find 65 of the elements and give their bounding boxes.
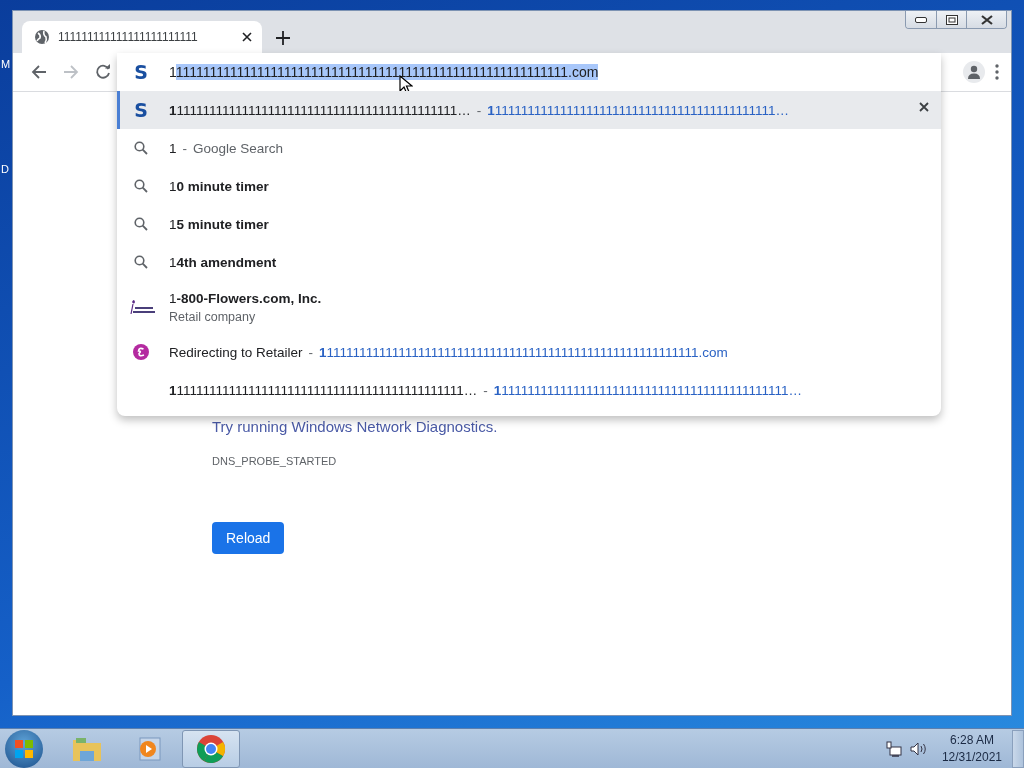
- suggestion-item[interactable]: 14th amendment: [117, 243, 941, 281]
- person-icon: [967, 65, 981, 79]
- separator-text: -: [483, 382, 488, 398]
- separator-text: -: [476, 102, 482, 118]
- close-icon: [919, 102, 929, 112]
- error-code: DNS_PROBE_STARTED: [212, 455, 338, 467]
- clock-time: 6:28 AM: [949, 731, 994, 749]
- restore-icon: [945, 14, 958, 25]
- search-icon: [134, 217, 148, 231]
- separator-text: -: [182, 140, 187, 156]
- close-icon: [979, 14, 994, 25]
- search-icon: [134, 255, 148, 269]
- clock[interactable]: 6:28 AM 12/31/2021: [941, 731, 1002, 766]
- browser-tab[interactable]: 111111111111111111111111: [22, 21, 262, 53]
- suggestion-text: 10 minute timer: [169, 178, 269, 194]
- forward-arrow-icon: [63, 64, 79, 80]
- taskbar-button[interactable]: [182, 729, 240, 768]
- clock-date: 12/31/2021: [941, 748, 1002, 766]
- suggestion-item[interactable]: 1-800-Flowers.com, Inc. Retail company: [117, 281, 941, 333]
- suggestion-item[interactable]: 15 minute timer: [117, 205, 941, 243]
- suggestion-url: 111111111111111111111111111111111111111111111…: [493, 382, 803, 398]
- reload-button[interactable]: Reload: [212, 522, 285, 554]
- minimize-button[interactable]: [906, 11, 936, 28]
- separator-text: -: [308, 344, 314, 360]
- reload-icon: [95, 64, 111, 80]
- suggestion-url: 1111111111111111111111111111111111111111111111111111111111.com: [319, 344, 728, 360]
- close-icon[interactable]: [242, 32, 252, 42]
- desktop-icon-label: M: [1, 58, 11, 70]
- suggestion-text: Redirecting to Retailer: [169, 344, 303, 360]
- back-arrow-icon: [31, 64, 47, 80]
- suggestion-subtitle: Retail company: [169, 309, 257, 324]
- network-icon[interactable]: [885, 740, 902, 757]
- new-tab-icon[interactable]: [276, 31, 290, 45]
- desktop-icon-label: D: [1, 163, 9, 175]
- round-logo-icon: [196, 733, 226, 764]
- suggestion-text: 14th amendment: [169, 254, 277, 270]
- suggestion-item[interactable]: S 11111111111111111111111111111111111111111111… - 11111111111111111111111111111111111111111111…: [117, 91, 941, 129]
- suggestion-text: 11111111111111111111111111111111111111111111…: [169, 102, 471, 118]
- minimize-icon: [915, 16, 927, 23]
- circle-logo-icon: [133, 344, 149, 360]
- menu-icon[interactable]: [995, 64, 999, 80]
- suggestion-title: 1-800-Flowers.com, Inc.: [169, 290, 322, 306]
- maximize-button[interactable]: [936, 11, 966, 28]
- folder-icon: [72, 735, 102, 762]
- suggestion-item[interactable]: 1 - Google Search: [117, 129, 941, 167]
- site-favicon: S: [134, 62, 148, 82]
- remove-suggestion-button[interactable]: [919, 102, 929, 112]
- suggestion-url: 11111111111111111111111111111111111111111111…: [487, 102, 790, 118]
- profile-button[interactable]: [963, 61, 985, 83]
- suggestion-text: 15 minute timer: [169, 216, 269, 232]
- suggestion-item[interactable]: Redirecting to Retailer - 1111111111111111111111111111111111111111111111111111111111.com: [117, 333, 941, 371]
- suggestion-text: 111111111111111111111111111111111111111111111…: [169, 382, 478, 398]
- search-icon: [134, 179, 148, 193]
- suggestion-item[interactable]: 10 minute timer: [117, 167, 941, 205]
- globe-icon: [34, 29, 50, 45]
- site-favicon: S: [134, 100, 148, 120]
- start-button[interactable]: [5, 729, 43, 768]
- suggestion-description: Google Search: [193, 140, 284, 156]
- close-button[interactable]: [966, 11, 1006, 28]
- search-icon: [134, 141, 148, 155]
- suggestion-item[interactable]: 111111111111111111111111111111111111111111111… - 111111111111111111111111111111111111111111111…: [117, 371, 941, 409]
- suggestion-text: 1: [169, 140, 177, 156]
- play-icon: [136, 735, 162, 762]
- windows-logo-icon: [15, 739, 33, 758]
- volume-icon[interactable]: [909, 741, 928, 756]
